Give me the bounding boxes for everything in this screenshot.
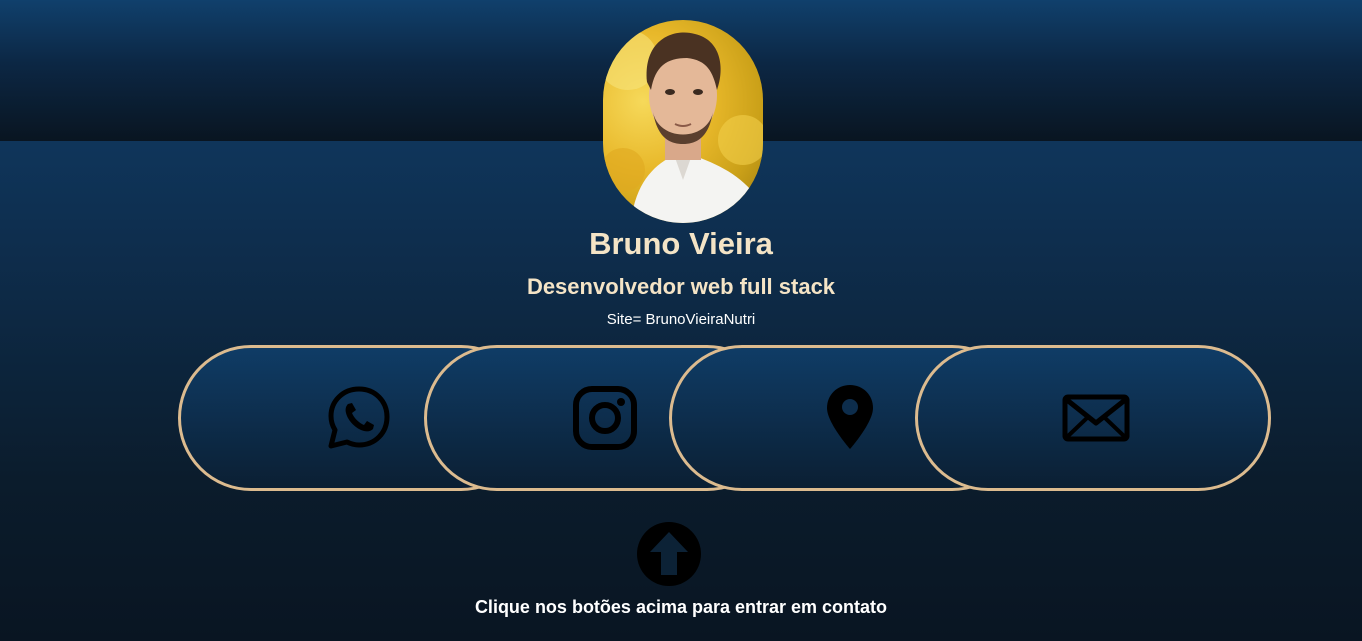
profile-site: Site= BrunoVieiraNutri	[606, 311, 756, 328]
map-pin-icon	[827, 385, 873, 449]
whatsapp-icon	[328, 386, 390, 449]
profile-name: Bruno Vieira	[589, 226, 773, 261]
email-button[interactable]	[915, 345, 1271, 491]
contact-hint: Clique nos botões acima para entrar em c…	[474, 597, 888, 617]
envelope-icon	[1062, 394, 1130, 442]
instagram-icon	[573, 386, 637, 450]
profile-role: Desenvolvedor web full stack	[526, 274, 836, 299]
profile-photo	[603, 30, 763, 223]
avatar	[603, 20, 763, 223]
arrow-up-circle-icon	[637, 522, 701, 586]
